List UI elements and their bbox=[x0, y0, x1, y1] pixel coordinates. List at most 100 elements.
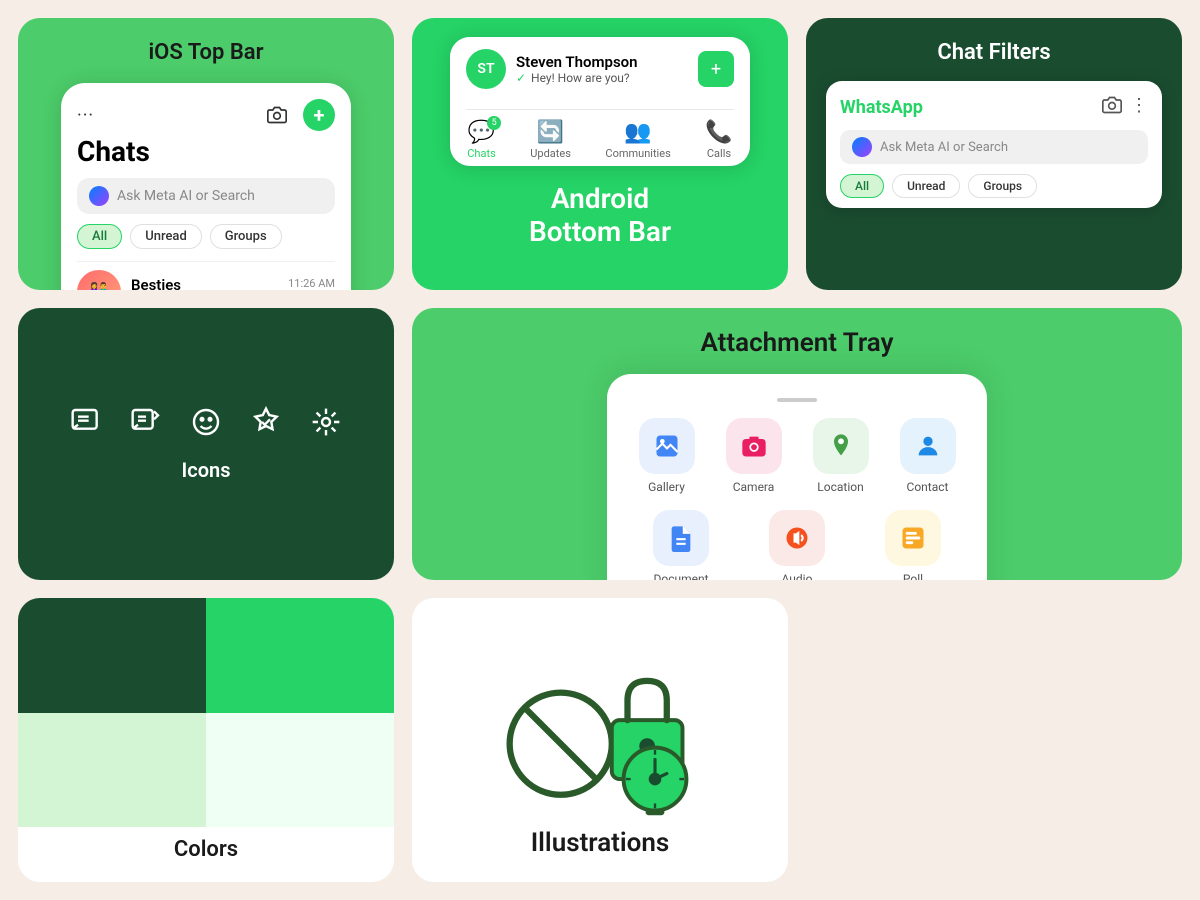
android-contact-details: Steven Thompson ✓ Hey! How are you? bbox=[516, 53, 638, 85]
android-nav-updates[interactable]: 🔄 Updates bbox=[530, 120, 571, 160]
camera-label: Camera bbox=[733, 480, 775, 494]
whatsapp-header: WhatsApp ⋮ bbox=[840, 95, 1148, 120]
face-icon bbox=[190, 406, 222, 442]
illustrations-title: Illustrations bbox=[531, 828, 670, 858]
document-label: Document bbox=[653, 572, 708, 580]
camera-icon[interactable] bbox=[261, 99, 293, 131]
filter-search-bar[interactable]: Ask Meta AI or Search bbox=[840, 130, 1148, 164]
location-icon-wrap bbox=[813, 418, 869, 474]
ios-top-bar: ··· + bbox=[77, 99, 335, 131]
poll-icon-wrap bbox=[885, 510, 941, 566]
swatch-dark-green bbox=[18, 598, 206, 713]
edit-chat-icon bbox=[130, 406, 162, 442]
icons-title: Icons bbox=[182, 458, 231, 482]
android-contact-info: ST Steven Thompson ✓ Hey! How are you? bbox=[466, 49, 638, 89]
colors-card: Colors bbox=[18, 598, 394, 882]
meta-ai-filter-icon bbox=[852, 137, 872, 157]
chat-filter-pills: All Unread Groups bbox=[840, 174, 1148, 198]
attachment-tray-card: Attachment Tray Gallery bbox=[412, 308, 1182, 580]
chat-name-besties: Besties bbox=[131, 276, 278, 291]
attachment-grid-row2: Document Audio bbox=[631, 510, 963, 580]
android-header: ST Steven Thompson ✓ Hey! How are you? + bbox=[450, 37, 750, 109]
android-contact-name: Steven Thompson bbox=[516, 53, 638, 71]
illustrations-card: Illustrations bbox=[412, 598, 788, 882]
colors-swatches bbox=[18, 598, 394, 827]
attachment-camera[interactable]: Camera bbox=[718, 418, 789, 494]
attachment-audio[interactable]: Audio bbox=[747, 510, 847, 580]
chat-item-besties[interactable]: 👫 Besties Sarah: For tn: 👢 or 👠? 11:26 A… bbox=[77, 261, 335, 290]
android-action-btn[interactable]: + bbox=[698, 51, 734, 87]
filter-pill-groups[interactable]: Groups bbox=[968, 174, 1037, 198]
gallery-icon-wrap bbox=[639, 418, 695, 474]
android-avatar: ST bbox=[466, 49, 506, 89]
chat-time-besties: 11:26 AM bbox=[288, 277, 335, 290]
check-icon: ✓ bbox=[516, 71, 526, 85]
filter-all[interactable]: All bbox=[77, 224, 122, 249]
camera-header-icon[interactable] bbox=[1102, 95, 1122, 120]
contact-label: Contact bbox=[907, 480, 949, 494]
filter-pill-all[interactable]: All bbox=[840, 174, 884, 198]
android-contact-row: ST Steven Thompson ✓ Hey! How are you? + bbox=[466, 49, 734, 89]
poll-label: Poll bbox=[903, 572, 923, 580]
ios-top-icons: + bbox=[261, 99, 335, 131]
android-bottom-bar-card: ST Steven Thompson ✓ Hey! How are you? +… bbox=[412, 18, 788, 290]
attachment-contact[interactable]: Contact bbox=[892, 418, 963, 494]
filter-pill-unread[interactable]: Unread bbox=[892, 174, 960, 198]
icons-row bbox=[70, 406, 342, 442]
filter-search-text: Ask Meta AI or Search bbox=[880, 140, 1008, 155]
more-options-icon[interactable]: ⋮ bbox=[1130, 95, 1148, 120]
communities-nav-label: Communities bbox=[605, 147, 670, 160]
avatar-besties: 👫 bbox=[77, 270, 121, 290]
chat-filters-card: Chat Filters WhatsApp ⋮ Ask Meta AI or S… bbox=[806, 18, 1182, 290]
chats-nav-icon: 💬 5 bbox=[468, 120, 495, 145]
updates-nav-icon: 🔄 bbox=[537, 120, 564, 145]
chat-filter-mock: WhatsApp ⋮ Ask Meta AI or Search All Unr… bbox=[826, 81, 1162, 208]
lock-svg bbox=[490, 628, 710, 828]
sparkle-icon bbox=[310, 406, 342, 442]
filter-unread[interactable]: Unread bbox=[130, 224, 202, 249]
attachment-document[interactable]: Document bbox=[631, 510, 731, 580]
chat-icon bbox=[70, 406, 102, 442]
whatsapp-header-icons: ⋮ bbox=[1102, 95, 1148, 120]
attachment-poll[interactable]: Poll bbox=[863, 510, 963, 580]
android-contact-status: ✓ Hey! How are you? bbox=[516, 71, 638, 85]
android-title: AndroidBottom Bar bbox=[529, 182, 671, 248]
updates-nav-label: Updates bbox=[530, 147, 571, 160]
calls-nav-icon: 📞 bbox=[705, 120, 732, 145]
colors-title: Colors bbox=[174, 837, 238, 862]
attachment-gallery[interactable]: Gallery bbox=[631, 418, 702, 494]
chats-nav-label: Chats bbox=[467, 147, 495, 160]
meta-ai-icon bbox=[89, 186, 109, 206]
chats-badge: 5 bbox=[487, 116, 501, 130]
attachment-handle bbox=[777, 398, 817, 402]
ios-search-bar[interactable]: Ask Meta AI or Search bbox=[77, 178, 335, 214]
chat-filters-title: Chat Filters bbox=[937, 40, 1050, 65]
android-nav-calls[interactable]: 📞 Calls bbox=[705, 120, 732, 160]
filter-groups[interactable]: Groups bbox=[210, 224, 282, 249]
gallery-label: Gallery bbox=[648, 480, 685, 494]
attachment-grid-row1: Gallery Camera bbox=[631, 418, 963, 494]
camera-icon-wrap bbox=[726, 418, 782, 474]
whatsapp-logo: WhatsApp bbox=[840, 97, 923, 118]
chat-meta-besties: 11:26 AM 📌 bbox=[288, 277, 335, 291]
audio-label: Audio bbox=[782, 572, 813, 580]
android-nav-chats[interactable]: 💬 5 Chats bbox=[467, 120, 495, 160]
android-mock: ST Steven Thompson ✓ Hey! How are you? +… bbox=[450, 37, 750, 166]
ios-title: iOS Top Bar bbox=[148, 40, 263, 65]
document-icon-wrap bbox=[653, 510, 709, 566]
attachment-location[interactable]: Location bbox=[805, 418, 876, 494]
android-nav: 💬 5 Chats 🔄 Updates 👥 Communities 📞 Call… bbox=[450, 110, 750, 166]
audio-icon-wrap bbox=[769, 510, 825, 566]
attachment-mock: Gallery Camera bbox=[607, 374, 987, 580]
icons-card: Icons bbox=[18, 308, 394, 580]
chat-info-besties: Besties Sarah: For tn: 👢 or 👠? bbox=[131, 276, 278, 291]
communities-nav-icon: 👥 bbox=[624, 120, 651, 145]
compose-icon[interactable]: + bbox=[303, 99, 335, 131]
swatch-light-green bbox=[18, 713, 206, 828]
location-label: Location bbox=[817, 480, 863, 494]
android-nav-communities[interactable]: 👥 Communities bbox=[605, 120, 670, 160]
illustration-area bbox=[490, 628, 710, 828]
ios-search-text: Ask Meta AI or Search bbox=[117, 188, 255, 204]
ios-filter-pills: All Unread Groups bbox=[77, 224, 335, 249]
swatch-off-white bbox=[206, 713, 394, 828]
